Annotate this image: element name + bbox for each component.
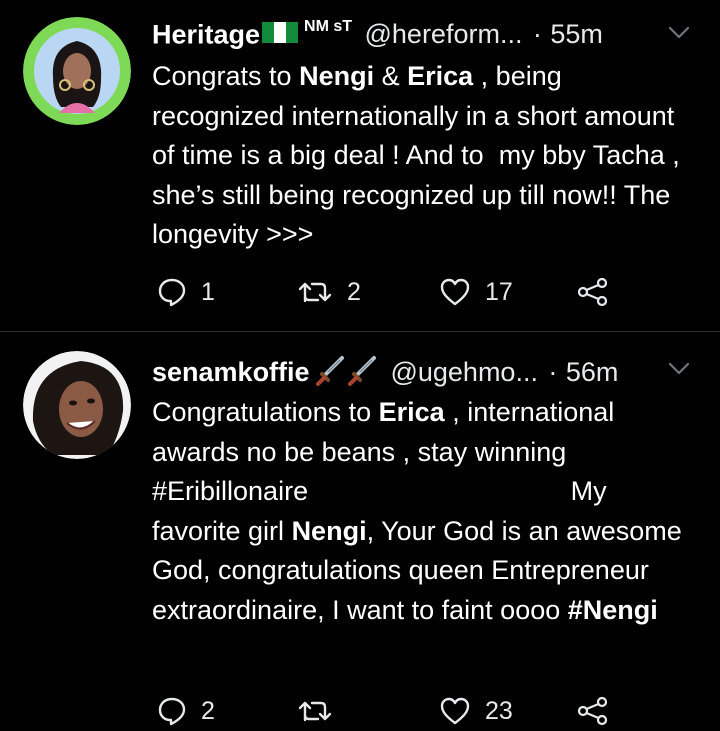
share-button[interactable] [577,691,609,731]
retweet-icon [297,277,333,307]
retweet-count: 2 [347,277,361,306]
reply-button[interactable]: 2 [157,691,215,731]
share-button[interactable] [577,272,609,312]
separator-dot: · [548,357,558,387]
like-count: 17 [485,277,513,306]
like-icon [439,277,471,307]
retweet-icon [297,696,333,726]
avatar[interactable] [23,351,131,459]
chevron-down-icon[interactable] [668,26,690,45]
like-button[interactable]: 23 [439,691,513,731]
reply-count: 2 [201,696,215,725]
dagger-emoji-icon [314,354,346,391]
tweet-text: Congrats to Nengi & Erica , being recogn… [152,61,688,249]
reply-icon [157,277,187,307]
timestamp[interactable]: 56m [566,357,619,387]
tweet-text: Congratulations to Erica , international… [152,397,690,625]
share-icon [577,277,609,307]
share-icon [577,696,609,726]
reply-count: 1 [201,277,215,306]
tweet[interactable]: Heritage NM sT @hereform... · 55m Congrat… [0,0,720,331]
nigeria-flag-icon [260,19,300,50]
dagger-emoji-icon [346,354,378,391]
tweet-actions: 2 23 [157,691,637,731]
avatar[interactable] [23,17,131,125]
timestamp[interactable]: 55m [550,19,603,49]
tweet-header: senamkoffie @ugehmo... · 56m [152,354,698,394]
display-name[interactable]: senamkoffie [152,357,310,387]
reply-button[interactable]: 1 [157,272,215,312]
reply-icon [157,696,187,726]
like-button[interactable]: 17 [439,272,513,312]
tweet[interactable]: senamkoffie @ugehmo... · 56m Congratulat… [0,332,720,730]
separator-dot: · [532,19,542,50]
like-count: 23 [485,696,513,725]
user-handle[interactable]: @ugehmo... [390,357,538,387]
chevron-down-icon[interactable] [668,362,690,381]
tweet-header: Heritage NM sT @hereform... · 55m [152,18,698,58]
user-handle[interactable]: @hereform... [365,19,523,49]
retweet-button[interactable]: 2 [297,272,361,312]
retweet-button[interactable] [297,691,347,731]
like-icon [439,696,471,726]
name-suffix: NM sT [304,18,353,35]
tweet-actions: 1 2 17 [157,272,637,312]
display-name[interactable]: Heritage [152,19,260,49]
